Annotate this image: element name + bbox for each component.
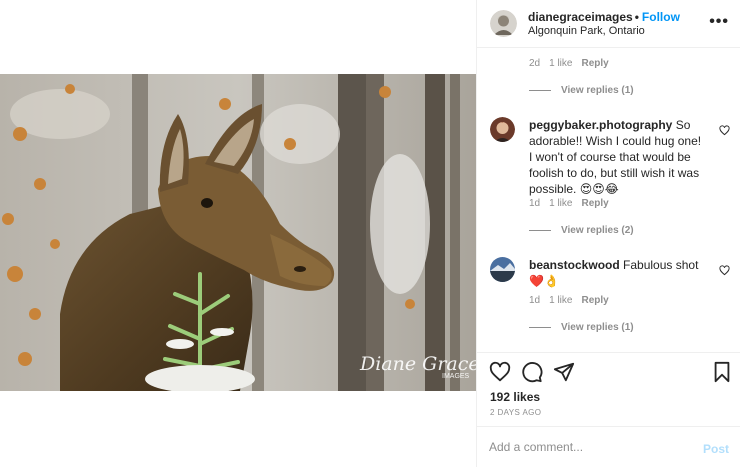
location-link[interactable]: Algonquin Park, Ontario [528,25,645,37]
moose-photo-image: Diane Grace IMAGES [0,74,476,391]
commenter-avatar[interactable] [490,257,515,282]
reply-button[interactable]: Reply [581,198,608,209]
heart-icon[interactable] [489,361,511,383]
separator-dot: • [634,10,639,24]
heart-icon[interactable] [719,125,730,136]
post-comment-button[interactable]: Post [703,442,729,456]
comment-likes[interactable]: 1 like [549,58,572,69]
comment-meta: 1d 1 like Reply [529,295,618,306]
comment-time: 1d [529,198,541,209]
view-replies-label: View replies (1) [561,322,634,333]
reply-button[interactable]: Reply [581,58,608,69]
view-replies-label: View replies (2) [561,225,634,236]
author-line: dianegraceimages • Follow [528,10,680,24]
view-replies-label: View replies (1) [561,85,634,96]
reply-button[interactable]: Reply [581,295,608,306]
share-icon[interactable] [553,361,575,383]
comments-list: 2d 1 like Reply View replies (1) peggybake… [477,48,740,352]
comment-meta: 2d 1 like Reply [529,58,618,69]
watermark-subtext: IMAGES [442,373,470,380]
comment-time: 2d [529,58,541,69]
heart-icon[interactable] [719,265,730,276]
view-replies-button[interactable]: View replies (2) [529,225,634,236]
post-photo[interactable]: Diane Grace IMAGES [0,74,476,391]
comment-item: peggybaker.photography So adorable!! Wis… [490,117,730,196]
replies-line [529,326,551,328]
replies-line [529,229,551,231]
post-header: dianegraceimages • Follow Algonquin Park, … [477,0,740,48]
commenter-username[interactable]: beanstockwood [529,258,620,272]
add-comment-input[interactable] [489,437,689,457]
commenter-avatar[interactable] [490,117,515,142]
post-side-panel: dianegraceimages • Follow Algonquin Park, … [476,0,740,467]
likes-count[interactable]: 192 likes [490,390,540,404]
comment-item: beanstockwood Fabulous shot ❤️👌 [490,257,730,293]
comment-time: 1d [529,295,541,306]
view-replies-button[interactable]: View replies (1) [529,322,634,333]
comment-text: beanstockwood Fabulous shot ❤️👌 [529,257,707,289]
comment-icon[interactable] [521,361,543,383]
comment-likes[interactable]: 1 like [549,295,572,306]
replies-line [529,89,551,91]
commenter-username[interactable]: peggybaker.photography [529,118,672,132]
comment-meta: 1d 1 like Reply [529,198,618,209]
photo-pane: Diane Grace IMAGES [0,0,476,467]
watermark-text: Diane Grace [359,353,476,375]
bookmark-icon[interactable] [711,361,733,383]
comment-text: peggybaker.photography So adorable!! Wis… [529,117,707,197]
follow-button[interactable]: Follow [642,10,680,24]
author-username[interactable]: dianegraceimages [528,10,633,24]
post-timestamp: 2 DAYS AGO [490,408,542,417]
more-horizontal-icon[interactable]: ••• [709,13,729,31]
view-replies-button[interactable]: View replies (1) [529,85,634,96]
add-comment-bar: Post [477,426,740,467]
author-avatar[interactable] [490,10,517,37]
post-actions: 192 likes 2 DAYS AGO [477,352,740,426]
comment-likes[interactable]: 1 like [549,198,572,209]
